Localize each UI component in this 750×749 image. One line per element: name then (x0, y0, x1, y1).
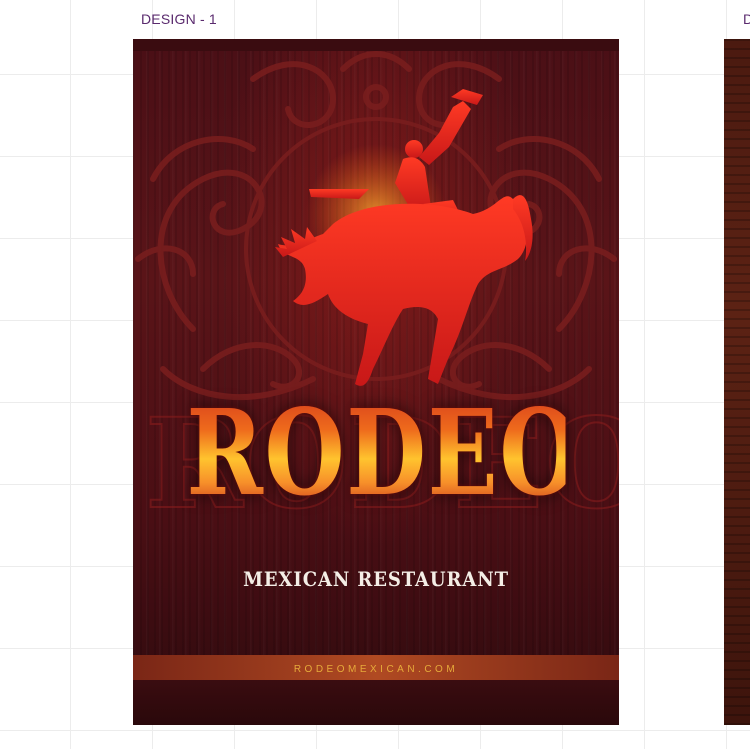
design-1-poster[interactable]: RODEO RODEO MEXICAN RESTAURANT RODEOMEXI… (133, 39, 619, 725)
poster-bottom (133, 680, 619, 725)
wood-texture-2 (724, 39, 750, 725)
poster-subtitle: MEXICAN RESTAURANT (243, 567, 509, 591)
bucking-horse-cowboy-icon (275, 89, 533, 386)
website-band: RODEOMEXICAN.COM (133, 655, 619, 680)
website-url: RODEOMEXICAN.COM (293, 664, 459, 675)
design-2-label: D (743, 11, 750, 27)
poster-title: RODEO (186, 383, 582, 522)
design-2-poster[interactable] (724, 39, 750, 725)
design-1-label: DESIGN - 1 (141, 11, 217, 27)
